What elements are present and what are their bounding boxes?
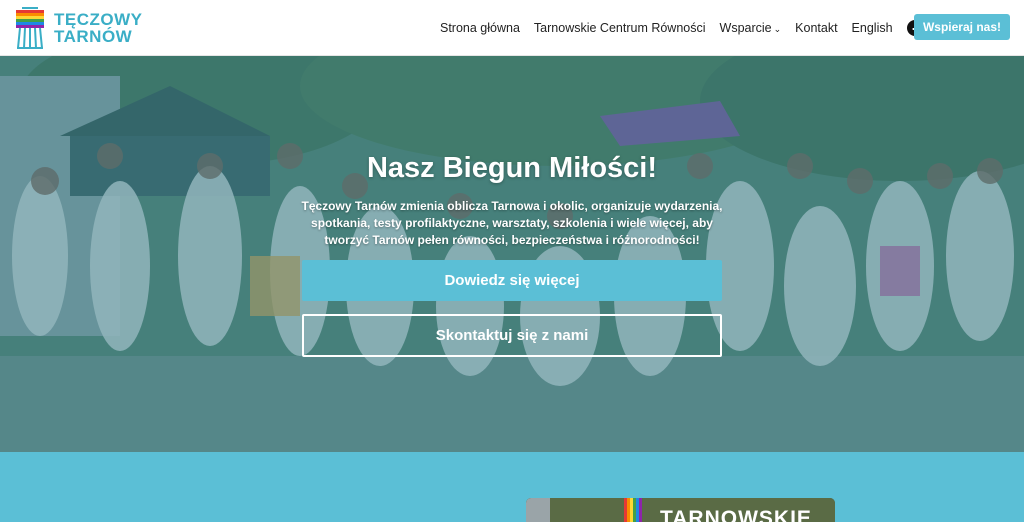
hero-overlay (0, 56, 1024, 452)
site-logo[interactable]: TĘCZOWY TARNÓW (14, 6, 143, 50)
main-nav: Strona główna Tarnowskie Centrum Równośc… (440, 0, 970, 56)
hero-description: Tęczowy Tarnów zmienia oblicza Tarnowa i… (301, 199, 723, 247)
donate-button[interactable]: Wspieraj nas! (913, 14, 1010, 40)
logo-line-1: TĘCZOWY (54, 10, 143, 29)
nav-item-home[interactable]: Strona główna (440, 21, 520, 35)
nav-item-support-label: Wsparcie (719, 21, 772, 35)
rainbow-tower-icon (16, 7, 44, 49)
hero-section: Nasz Biegun Miłości! Tęczowy Tarnów zmie… (0, 56, 1024, 452)
nav-item-equality-center[interactable]: Tarnowskie Centrum Równości (534, 21, 706, 35)
nav-item-english[interactable]: English (852, 21, 893, 35)
card-title: TARNOWSKIE (660, 507, 812, 522)
learn-more-button[interactable]: Dowiedz się więcej (302, 260, 722, 301)
logo-line-2: TARNÓW (54, 27, 133, 46)
nav-item-support[interactable]: Wsparcie ⌄ (720, 21, 782, 35)
chevron-down-icon: ⌄ (773, 24, 782, 34)
featured-card[interactable]: TARNOWSKIE (526, 498, 835, 522)
site-header: TĘCZOWY TARNÓW Strona główna Tarnowskie … (0, 0, 1024, 56)
hero-title: Nasz Biegun Miłości! (366, 152, 658, 184)
logo-wordmark: TĘCZOWY TARNÓW (54, 11, 143, 45)
lower-section: TARNOWSKIE (0, 452, 1024, 522)
nav-item-contact[interactable]: Kontakt (795, 21, 837, 35)
contact-us-button[interactable]: Skontaktuj się z nami (302, 314, 722, 357)
